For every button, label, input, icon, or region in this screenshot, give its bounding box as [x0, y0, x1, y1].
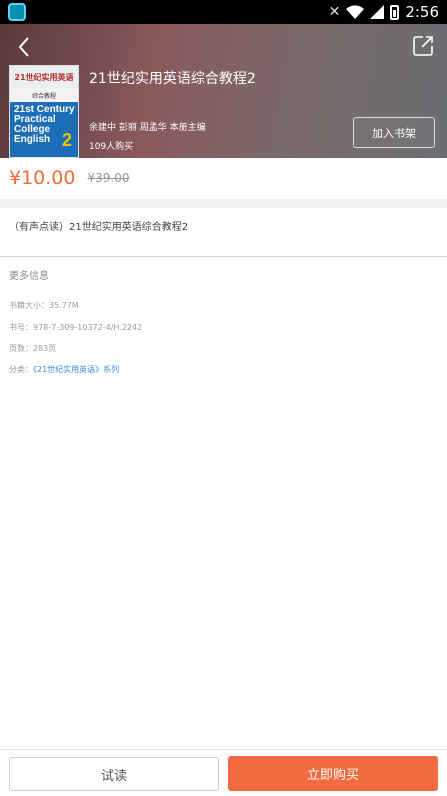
cover-subtitle: 综合教程	[10, 88, 78, 102]
more-info-title: 更多信息	[9, 271, 49, 282]
divider	[0, 256, 447, 257]
mute-icon: ✕	[328, 4, 341, 20]
cover-title: 21世纪实用英语	[10, 66, 78, 88]
signal-icon	[370, 5, 385, 19]
add-to-shelf-button[interactable]: 加入书架	[353, 117, 435, 148]
try-read-button[interactable]: 试读	[9, 757, 219, 791]
book-cover: 21世纪实用英语 综合教程 21st Century Practical Col…	[9, 65, 79, 158]
category-link[interactable]: 《21世纪实用英语》系列	[33, 365, 119, 374]
info-size: 书籍大小：35.77M	[9, 301, 79, 310]
bottom-action-bar: 试读 立即购买	[0, 749, 447, 796]
status-bar: ✕ 2:56	[0, 0, 447, 24]
category-label: 分类：	[9, 365, 33, 374]
share-icon[interactable]	[411, 34, 435, 58]
status-time: 2:56	[405, 3, 439, 21]
book-title: 21世纪实用英语综合教程2	[89, 71, 256, 87]
book-authors: 余建中 彭丽 周孟华 本册主编	[89, 123, 206, 133]
book-header: 21世纪实用英语 综合教程 21st Century Practical Col…	[0, 24, 447, 158]
buy-now-button[interactable]: 立即购买	[228, 756, 438, 791]
cover-number: 2	[61, 130, 72, 150]
price-row: ¥10.00 ¥39.00	[0, 158, 447, 198]
app-icon	[8, 3, 26, 21]
section-divider	[0, 199, 447, 208]
buyer-count: 109人购买	[89, 142, 134, 152]
info-pages: 页数：283页	[9, 344, 57, 353]
wifi-icon	[346, 5, 365, 19]
status-icons: ✕ 2:56	[329, 3, 439, 21]
original-price: ¥39.00	[87, 171, 130, 185]
info-category: 分类：《21世纪实用英语》系列	[9, 364, 119, 375]
info-isbn: 书号：978-7-309-10372-4/H.2242	[9, 323, 143, 332]
chevron-left-icon[interactable]	[12, 34, 38, 60]
battery-icon	[390, 4, 400, 20]
current-price: ¥10.00	[9, 167, 76, 189]
book-description: （有声点读）21世纪实用英语综合教程2	[9, 222, 189, 233]
